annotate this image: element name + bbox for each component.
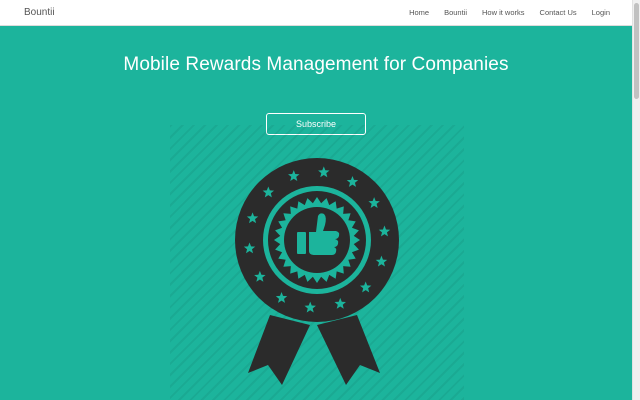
scrollbar-thumb[interactable] [634, 3, 639, 99]
nav-bountii[interactable]: Bountii [444, 8, 467, 17]
page-scrollbar[interactable] [632, 0, 640, 400]
brand-link[interactable]: Bountii [24, 7, 55, 18]
nav-login[interactable]: Login [592, 8, 610, 17]
nav-how-it-works[interactable]: How it works [482, 8, 525, 17]
nav-home[interactable]: Home [409, 8, 429, 17]
award-ribbon-thumbs-up-icon [235, 158, 399, 385]
nav-links: Home Bountii How it works Contact Us Log… [394, 8, 610, 17]
hero-headline: Mobile Rewards Management for Companies [123, 54, 509, 75]
page: Bountii Home Bountii How it works Contac… [0, 0, 640, 400]
nav-contact-us[interactable]: Contact Us [540, 8, 577, 17]
badge-illustration [170, 125, 464, 400]
navbar: Bountii Home Bountii How it works Contac… [0, 0, 632, 26]
